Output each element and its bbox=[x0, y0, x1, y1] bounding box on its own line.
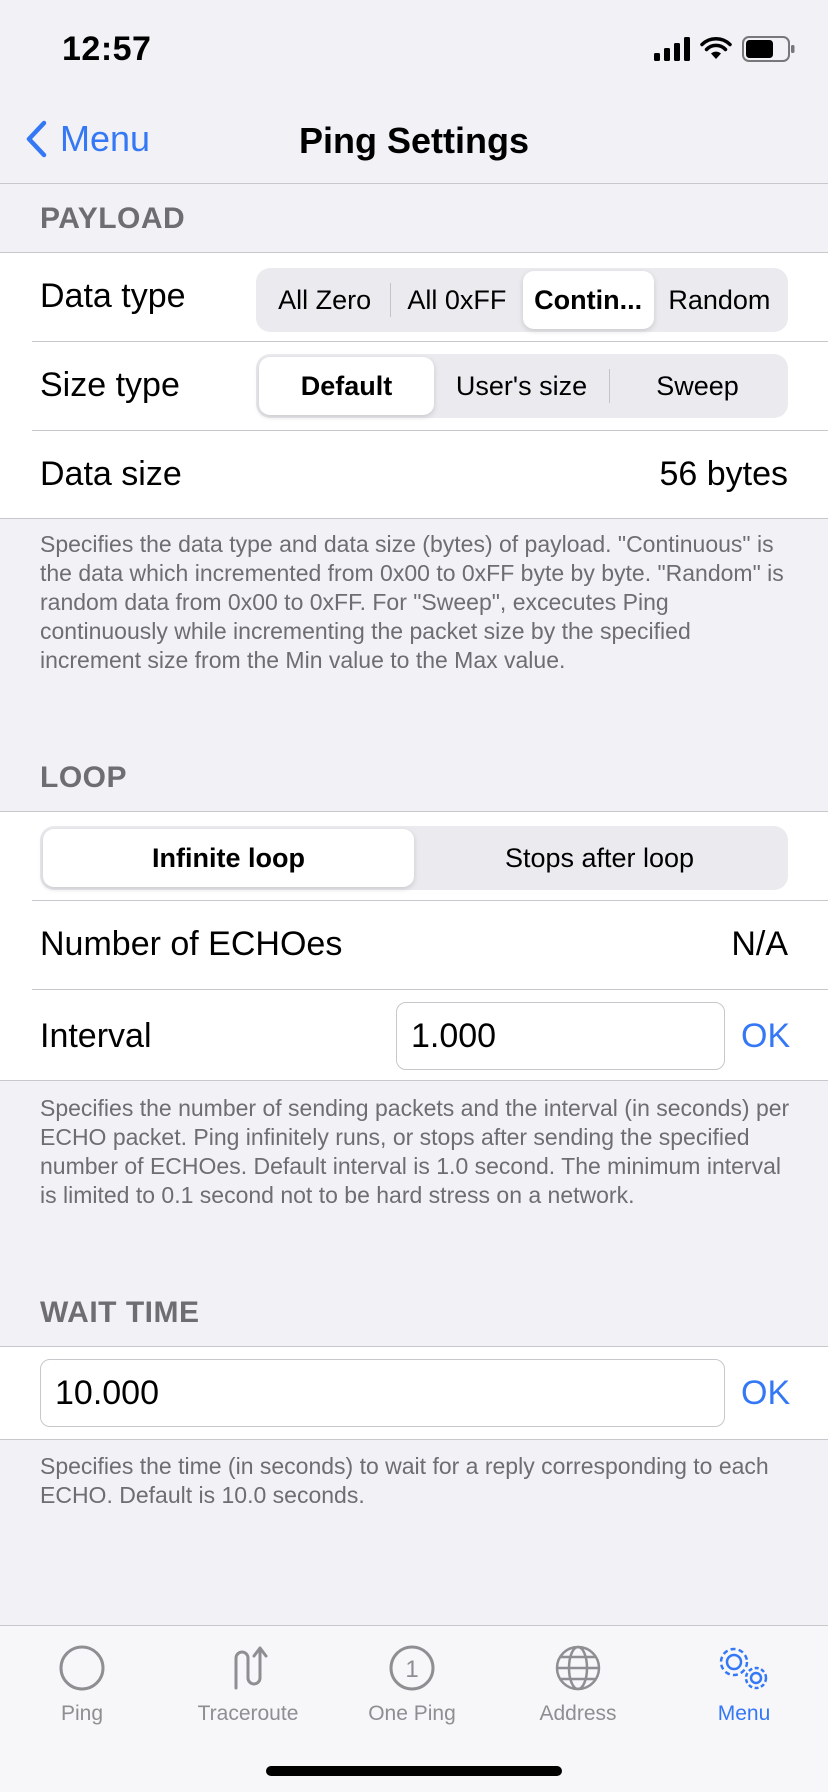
echoes-label: Number of ECHOes bbox=[40, 925, 343, 963]
interval-ok-button[interactable]: OK bbox=[741, 1017, 790, 1056]
loop-group: Infinite loop Stops after loop Number of… bbox=[0, 811, 828, 1081]
circle-icon bbox=[59, 1645, 105, 1691]
wait-time-section-header: WAIT TIME bbox=[40, 1296, 200, 1329]
data-type-row: Data type All Zero All 0xFF Contin... Ra… bbox=[0, 253, 828, 341]
data-type-label: Data type bbox=[40, 277, 186, 315]
one-circle-icon: 1 bbox=[389, 1645, 435, 1691]
status-icons bbox=[654, 36, 796, 62]
data-type-segmented-control: All Zero All 0xFF Contin... Random bbox=[256, 268, 788, 332]
data-type-option-all-0xff[interactable]: All 0xFF bbox=[391, 271, 522, 329]
traceroute-icon bbox=[234, 1646, 268, 1690]
wait-time-footer-text: Specifies the time (in seconds) to wait … bbox=[40, 1453, 769, 1508]
tab-traceroute[interactable]: Traceroute bbox=[168, 1644, 328, 1726]
payload-section-header: PAYLOAD bbox=[40, 202, 186, 235]
status-time: 12:57 bbox=[62, 30, 152, 68]
interval-input[interactable]: 1.000 bbox=[396, 1002, 725, 1070]
interval-label: Interval bbox=[40, 1017, 152, 1055]
loop-mode-segmented-control: Infinite loop Stops after loop bbox=[40, 826, 788, 890]
size-type-option-users-size[interactable]: User's size bbox=[434, 357, 609, 415]
data-type-option-continuous[interactable]: Contin... bbox=[522, 271, 654, 329]
data-size-value: 56 bytes bbox=[659, 455, 788, 493]
tab-ping[interactable]: Ping bbox=[2, 1644, 162, 1726]
data-type-option-all-zero[interactable]: All Zero bbox=[259, 271, 390, 329]
home-indicator bbox=[266, 1766, 562, 1776]
interval-row: Interval 1.000 OK bbox=[0, 990, 828, 1078]
echoes-row[interactable]: Number of ECHOes N/A bbox=[0, 901, 828, 989]
svg-text:1: 1 bbox=[405, 1656, 418, 1683]
tab-one-ping[interactable]: 1 One Ping bbox=[332, 1644, 492, 1726]
tab-label-address: Address bbox=[539, 1702, 617, 1725]
wifi-icon bbox=[700, 37, 732, 59]
cellular-signal-icon bbox=[654, 37, 690, 61]
loop-footer-text: Specifies the number of sending packets … bbox=[40, 1095, 790, 1208]
size-type-segmented-control: Default User's size Sweep bbox=[256, 354, 788, 418]
wait-time-ok-button[interactable]: OK bbox=[741, 1374, 790, 1413]
loop-option-infinite[interactable]: Infinite loop bbox=[43, 829, 414, 887]
globe-icon bbox=[555, 1645, 601, 1691]
page-title: Ping Settings bbox=[298, 120, 529, 161]
status-bar: 12:57 bbox=[0, 0, 828, 100]
loop-section-header: LOOP bbox=[40, 761, 128, 794]
data-type-option-random[interactable]: Random bbox=[654, 271, 785, 329]
tab-label-traceroute: Traceroute bbox=[197, 1702, 299, 1725]
wait-time-input[interactable]: 10.000 bbox=[40, 1359, 725, 1427]
size-type-option-default[interactable]: Default bbox=[259, 357, 434, 415]
tab-label-ping: Ping bbox=[60, 1702, 104, 1725]
loop-mode-row: Infinite loop Stops after loop bbox=[0, 812, 828, 900]
data-size-label: Data size bbox=[40, 455, 182, 493]
loop-option-stops-after[interactable]: Stops after loop bbox=[414, 829, 785, 887]
data-size-row[interactable]: Data size 56 bytes bbox=[0, 431, 828, 519]
battery-icon bbox=[742, 36, 795, 62]
tab-label-one-ping: One Ping bbox=[368, 1702, 456, 1725]
size-type-option-sweep[interactable]: Sweep bbox=[610, 357, 785, 415]
echoes-value: N/A bbox=[731, 925, 788, 963]
size-type-label: Size type bbox=[40, 366, 180, 404]
navigation-bar: Menu Ping Settings bbox=[0, 100, 828, 184]
tab-menu[interactable]: Menu bbox=[664, 1644, 824, 1726]
payload-footer-text: Specifies the data type and data size (b… bbox=[40, 531, 784, 673]
wait-time-group: 10.000 OK bbox=[0, 1346, 828, 1440]
tab-label-menu: Menu bbox=[717, 1702, 771, 1725]
size-type-row: Size type Default User's size Sweep bbox=[0, 342, 828, 430]
gear-icon bbox=[719, 1647, 768, 1690]
payload-group: Data type All Zero All 0xFF Contin... Ra… bbox=[0, 252, 828, 519]
tab-address[interactable]: Address bbox=[498, 1644, 658, 1726]
